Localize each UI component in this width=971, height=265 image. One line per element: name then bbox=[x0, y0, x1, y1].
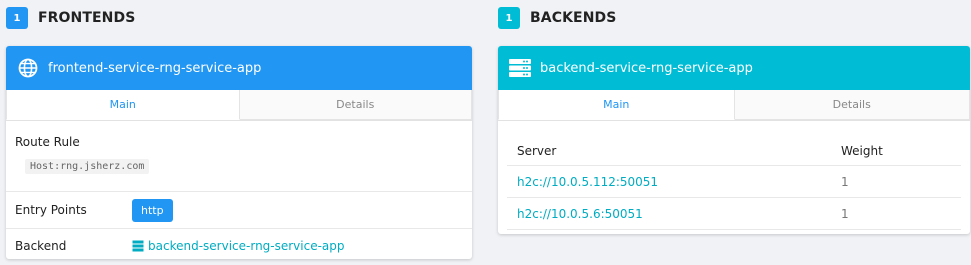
servers-header-row: Server Weight bbox=[507, 137, 961, 166]
frontends-count-badge: 1 bbox=[6, 7, 28, 29]
backend-name: backend-service-rng-service-app bbox=[540, 60, 753, 76]
server-url[interactable]: h2c://10.0.5.6:50051 bbox=[507, 197, 831, 230]
backend-card: backend-service-rng-service-app Main Det… bbox=[498, 46, 970, 234]
weight-column-header: Weight bbox=[831, 137, 961, 166]
server-weight: 1 bbox=[831, 165, 961, 198]
globe-icon bbox=[16, 56, 40, 80]
tab-main[interactable]: Main bbox=[6, 90, 240, 120]
tab-details[interactable]: Details bbox=[734, 90, 970, 120]
server-icon bbox=[508, 56, 532, 80]
backend-card-header: backend-service-rng-service-app bbox=[498, 46, 970, 90]
frontend-tabs: Main Details bbox=[6, 90, 472, 121]
server-url[interactable]: h2c://10.0.5.112:50051 bbox=[507, 165, 831, 198]
backend-label: Backend bbox=[15, 238, 67, 253]
frontend-card: frontend-service-rng-service-app Main De… bbox=[6, 46, 472, 259]
entry-points-label: Entry Points bbox=[15, 203, 87, 217]
backend-link[interactable]: backend-service-rng-service-app bbox=[132, 239, 345, 253]
entry-points-row: Entry Points http bbox=[6, 192, 472, 229]
table-row: h2c://10.0.5.6:50051 1 bbox=[507, 197, 961, 230]
backends-section-title: BACKENDS bbox=[530, 10, 617, 26]
route-rule-section: Route Rule Host:rng.jsherz.com bbox=[6, 121, 472, 192]
server-icon bbox=[132, 240, 144, 252]
tab-main[interactable]: Main bbox=[498, 90, 735, 120]
backends-column: 1 BACKENDS backend-service-rng-service-a… bbox=[498, 0, 970, 234]
frontends-column: 1 FRONTENDS frontend-service-rng-service… bbox=[6, 0, 472, 259]
frontend-name: frontend-service-rng-service-app bbox=[48, 60, 262, 76]
server-column-header: Server bbox=[507, 137, 831, 166]
frontend-card-header: frontend-service-rng-service-app bbox=[6, 46, 472, 90]
backends-section-header: 1 BACKENDS bbox=[498, 0, 970, 36]
entry-point-badge: http bbox=[132, 198, 173, 222]
backends-count-badge: 1 bbox=[498, 7, 520, 29]
route-rule-label: Route Rule bbox=[15, 135, 80, 149]
server-weight: 1 bbox=[831, 197, 961, 230]
servers-table: Server Weight h2c://10.0.5.112:50051 1 h… bbox=[507, 137, 961, 230]
route-rule-value: Host:rng.jsherz.com bbox=[25, 159, 150, 174]
backend-tabs: Main Details bbox=[498, 90, 970, 121]
frontends-section-header: 1 FRONTENDS bbox=[6, 0, 472, 36]
tab-details[interactable]: Details bbox=[239, 90, 472, 120]
frontends-section-title: FRONTENDS bbox=[38, 10, 136, 26]
table-row: h2c://10.0.5.112:50051 1 bbox=[507, 165, 961, 198]
backend-row: Backend backend-service-rng-service-app bbox=[6, 229, 472, 259]
backend-link-label: backend-service-rng-service-app bbox=[148, 238, 345, 253]
